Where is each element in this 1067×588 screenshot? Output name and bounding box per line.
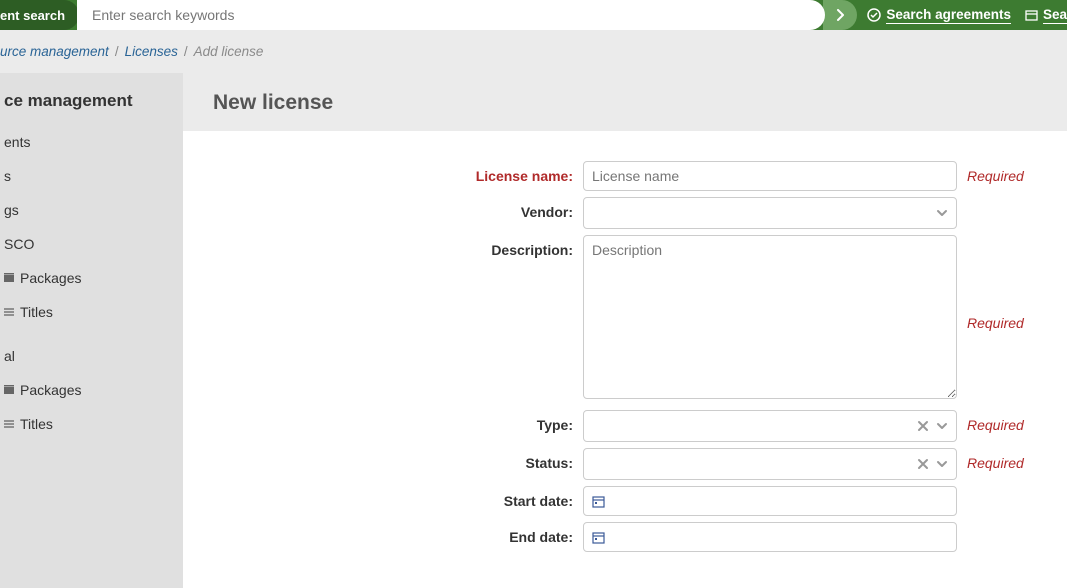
sidebar-item-label: Titles: [20, 304, 53, 320]
breadcrumb-sep: /: [184, 44, 188, 59]
sidebar-item-label: SCO: [4, 236, 34, 252]
type-required-msg: Required: [967, 410, 1047, 433]
clear-icon[interactable]: [917, 420, 929, 432]
vendor-label: Vendor:: [193, 197, 573, 220]
form-card: License name: Required Vendor: Descripti…: [183, 131, 1067, 588]
end-date-msg: [967, 522, 1047, 529]
license-name-input[interactable]: [583, 161, 957, 191]
sidebar-item-sco[interactable]: SCO: [0, 227, 183, 261]
start-date-msg: [967, 486, 1047, 493]
sidebar-item-titles-2[interactable]: Titles: [0, 407, 183, 441]
sidebar-item-label: Packages: [20, 382, 81, 398]
sidebar-item-s[interactable]: s: [0, 159, 183, 193]
status-select[interactable]: [583, 448, 957, 480]
search-input-wrap: [77, 0, 825, 30]
topbar-right: Search agreements Sea: [857, 0, 1067, 30]
check-circle-icon: [867, 8, 881, 22]
sidebar-title: ce management: [0, 73, 183, 125]
sidebar-item-packages[interactable]: Packages: [0, 261, 183, 295]
main-content: New license License name: Required Vendo…: [183, 73, 1067, 588]
breadcrumb: urce management / Licenses / Add license: [0, 30, 1067, 73]
status-required-msg: Required: [967, 448, 1047, 471]
type-select[interactable]: [583, 410, 957, 442]
end-date-label: End date:: [193, 522, 573, 545]
vendor-select[interactable]: [583, 197, 957, 229]
breadcrumb-current: Add license: [194, 44, 264, 59]
breadcrumb-licenses[interactable]: Licenses: [125, 44, 178, 59]
status-label: Status:: [193, 448, 573, 471]
box-icon: [1025, 8, 1038, 21]
search-context-tag[interactable]: ent search: [0, 0, 79, 30]
sidebar-item-ents[interactable]: ents: [0, 125, 183, 159]
search-agreements-label: Search agreements: [886, 6, 1011, 25]
list-icon: [4, 419, 14, 429]
sidebar-item-gs[interactable]: gs: [0, 193, 183, 227]
sidebar-item-al[interactable]: al: [0, 339, 183, 373]
calendar-icon: [592, 531, 605, 544]
topbar: ent search Search agreements Sea: [0, 0, 1067, 30]
archive-icon: [4, 385, 14, 395]
search-agreements-link[interactable]: Search agreements: [867, 6, 1011, 25]
search-context-label: ent search: [0, 8, 65, 23]
topbar-sea-link[interactable]: Sea: [1025, 6, 1067, 25]
start-date-input[interactable]: [583, 486, 957, 516]
page-title: New license: [183, 73, 1067, 131]
end-date-input[interactable]: [583, 522, 957, 552]
license-name-label: License name:: [193, 161, 573, 184]
topbar-sea-label: Sea: [1043, 6, 1067, 25]
sidebar-item-label: gs: [4, 202, 19, 218]
start-date-label: Start date:: [193, 486, 573, 509]
description-required-msg: Required: [967, 308, 1047, 331]
vendor-msg: [967, 197, 1047, 204]
search-submit-button[interactable]: [823, 0, 857, 30]
sidebar-item-label: ents: [4, 134, 30, 150]
sidebar-item-packages-2[interactable]: Packages: [0, 373, 183, 407]
sidebar-item-label: Titles: [20, 416, 53, 432]
arrow-right-icon: [834, 9, 846, 21]
calendar-icon: [592, 495, 605, 508]
breadcrumb-sep: /: [115, 44, 119, 59]
search-input[interactable]: [77, 7, 825, 23]
clear-icon[interactable]: [917, 458, 929, 470]
license-name-required-msg: Required: [967, 161, 1047, 184]
sidebar: ce management ents s gs SCO Packages Tit…: [0, 73, 183, 588]
description-textarea[interactable]: [583, 235, 957, 399]
sidebar-item-label: Packages: [20, 270, 81, 286]
description-label: Description:: [193, 235, 573, 258]
sidebar-item-label: s: [4, 168, 11, 184]
list-icon: [4, 307, 14, 317]
type-label: Type:: [193, 410, 573, 433]
breadcrumb-urce-management[interactable]: urce management: [0, 44, 109, 59]
sidebar-item-titles[interactable]: Titles: [0, 295, 183, 329]
sidebar-item-label: al: [4, 348, 15, 364]
archive-icon: [4, 273, 14, 283]
